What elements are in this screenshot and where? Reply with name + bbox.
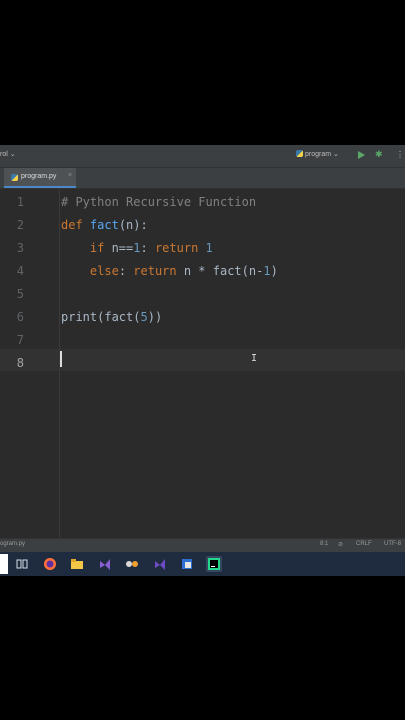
tab-label: program.py bbox=[21, 173, 57, 180]
line-number: 5 bbox=[16, 287, 24, 301]
code-line-2: def fact(n): bbox=[61, 218, 148, 232]
pycharm-icon[interactable] bbox=[206, 556, 222, 572]
file-explorer-icon[interactable] bbox=[69, 556, 85, 572]
code-editor[interactable]: 1 2 3 4 5 6 7 8 # Python Recursive Funct… bbox=[0, 189, 405, 538]
ide-window: rol ⌄ program ⌄ ✱ ⋮ program.py × 1 2 3 4… bbox=[0, 145, 405, 576]
run-configuration-selector[interactable]: program ⌄ bbox=[296, 150, 339, 158]
caret-position[interactable]: 8:1 bbox=[320, 541, 328, 547]
number-literal: 5 bbox=[140, 310, 148, 324]
code-text: )) bbox=[147, 310, 163, 324]
text-caret bbox=[60, 351, 62, 367]
line-ending[interactable]: CRLF bbox=[356, 541, 372, 547]
chevron-down-icon: ⌄ bbox=[9, 151, 16, 158]
run-config-label: program bbox=[305, 151, 332, 158]
visual-studio-icon[interactable] bbox=[97, 556, 113, 572]
code-line-6: print(fact(5)) bbox=[61, 310, 162, 324]
code-text: : bbox=[140, 241, 155, 255]
code-text: ) bbox=[270, 264, 278, 278]
debug-icon[interactable]: ✱ bbox=[375, 150, 384, 159]
os-taskbar bbox=[0, 552, 405, 576]
tab-program-py[interactable]: program.py × bbox=[4, 168, 76, 188]
function-name: fact bbox=[89, 218, 119, 232]
editor-tab-bar: program.py × bbox=[0, 168, 405, 189]
status-bar: ogram.py 8:1 ⊘ CRLF UTF-8 bbox=[0, 538, 405, 552]
visual-studio-icon[interactable] bbox=[152, 556, 168, 572]
keyword: def bbox=[61, 218, 83, 232]
code-text: n== bbox=[104, 241, 134, 255]
task-view-icon[interactable] bbox=[14, 556, 30, 572]
app-icon[interactable] bbox=[179, 556, 195, 572]
status-file-path[interactable]: ogram.py bbox=[0, 541, 25, 547]
ibeam-cursor-icon: I bbox=[251, 353, 258, 364]
line-number: 4 bbox=[16, 264, 24, 278]
number-literal: 1 bbox=[205, 241, 213, 255]
line-number: 6 bbox=[16, 310, 24, 324]
run-icon[interactable] bbox=[358, 151, 365, 159]
line-number: 7 bbox=[16, 333, 24, 347]
code-line-1: # Python Recursive Function bbox=[61, 195, 256, 209]
python-file-icon bbox=[296, 150, 303, 157]
main-toolbar: rol ⌄ program ⌄ ✱ ⋮ bbox=[0, 145, 405, 168]
code-text: (n): bbox=[118, 218, 148, 232]
close-icon[interactable]: × bbox=[68, 172, 72, 179]
comment: # Python Recursive Function bbox=[61, 195, 257, 209]
code-text: (fact( bbox=[97, 310, 141, 324]
more-icon[interactable]: ⋮ bbox=[396, 149, 404, 161]
keyword: return bbox=[154, 241, 199, 255]
number-literal: 1 bbox=[133, 241, 141, 255]
code-line-4: else: return n * fact(n-1) bbox=[61, 264, 278, 278]
line-number: 2 bbox=[16, 218, 24, 232]
keyword: if bbox=[89, 241, 105, 255]
code-text: n * fact(n- bbox=[176, 264, 264, 278]
line-number-active: 8 bbox=[16, 356, 24, 370]
line-number: 1 bbox=[16, 195, 24, 209]
line-number: 3 bbox=[16, 241, 24, 255]
keyword: else bbox=[89, 264, 119, 278]
vcs-widget[interactable]: rol ⌄ bbox=[0, 150, 16, 158]
firefox-icon[interactable] bbox=[42, 556, 58, 572]
vcs-label: rol bbox=[0, 151, 8, 158]
python-file-icon bbox=[11, 174, 18, 181]
code-text: : bbox=[118, 264, 134, 278]
start-button[interactable] bbox=[0, 554, 8, 574]
code-line-3: if n==1: return 1 bbox=[61, 241, 213, 255]
readonly-toggle-icon[interactable]: ⊘ bbox=[338, 541, 343, 548]
number-literal: 1 bbox=[263, 264, 271, 278]
file-encoding[interactable]: UTF-8 bbox=[384, 541, 401, 547]
keyword: return bbox=[133, 264, 177, 278]
app-icon[interactable] bbox=[124, 556, 140, 572]
chevron-down-icon: ⌄ bbox=[333, 151, 339, 158]
builtin-print: print bbox=[61, 310, 98, 324]
